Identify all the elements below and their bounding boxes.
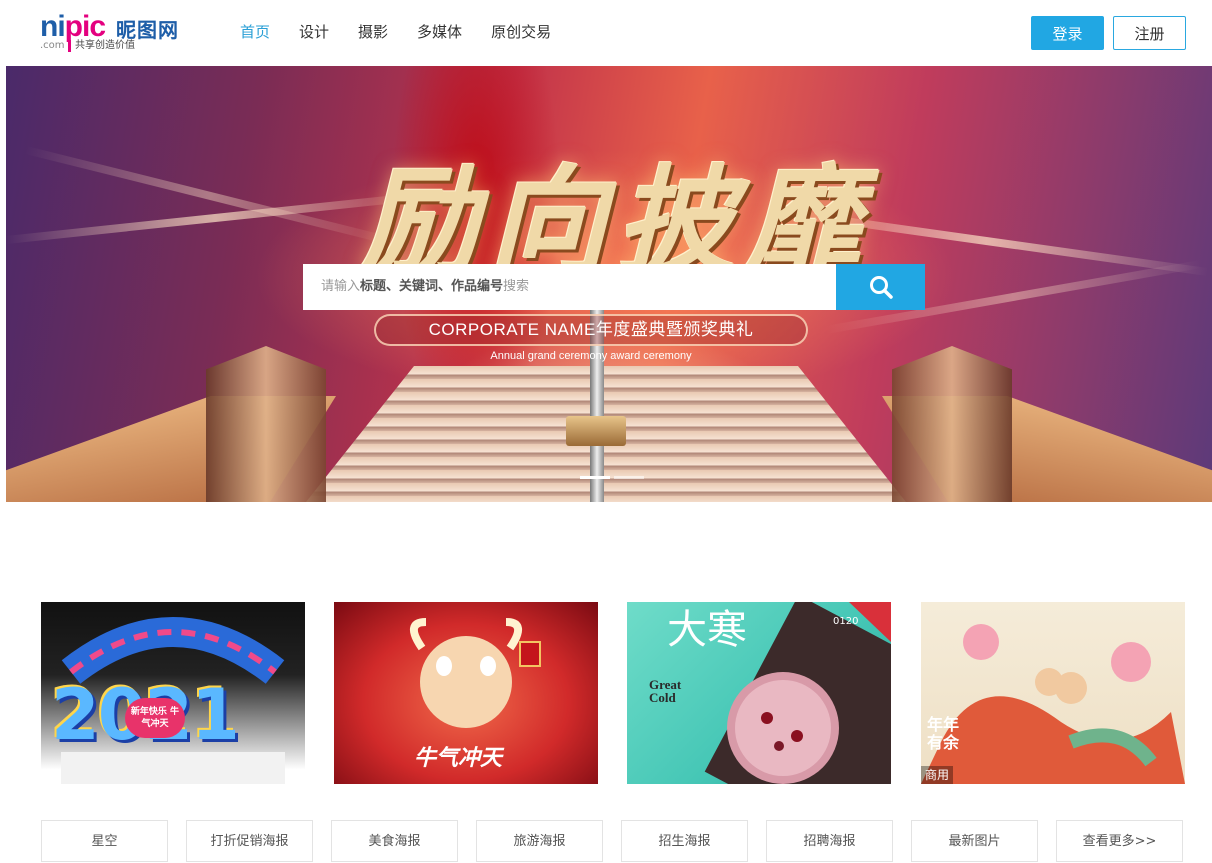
tag-travel-poster[interactable]: 旅游海报 — [476, 820, 603, 862]
tag-recruitment-poster[interactable]: 招聘海报 — [766, 820, 893, 862]
thumbnail-title: 牛气冲天 — [414, 745, 503, 771]
tag-bar: 星空 打折促销海报 美食海报 旅游海报 招生海报 招聘海报 最新图片 查看更多>… — [41, 820, 1183, 862]
hero-banner[interactable]: 励向披靡 请输入标题、关键词、作品编号搜索 CORPORATE NAME年度盛典… — [6, 66, 1212, 502]
search-button[interactable] — [836, 264, 925, 310]
thumbnail-prosperity[interactable]: 年年有余 商用 — [921, 602, 1185, 784]
thumbnail-date-tag: 0120 — [833, 616, 859, 627]
banner-pillar-right — [892, 346, 1012, 502]
carousel-indicators — [580, 476, 644, 479]
logo-slogan: 共享创造价值 — [68, 40, 135, 52]
tag-sale-poster[interactable]: 打折促销海报 — [186, 820, 313, 862]
tag-latest-images[interactable]: 最新图片 — [911, 820, 1038, 862]
banner-corporate-subtitle: Annual grand ceremony award ceremony — [490, 350, 692, 362]
carousel-dot-2[interactable] — [614, 476, 644, 479]
thumbnail-subtitle: Great Cold — [649, 677, 682, 705]
main-nav: 首页 设计 摄影 多媒体 原创交易 — [240, 20, 551, 44]
thumbnail-title: 年年有余 — [927, 715, 960, 752]
thumbnail-ox-year[interactable]: 牛气冲天 — [334, 602, 598, 784]
search-input[interactable]: 请输入标题、关键词、作品编号搜索 — [303, 264, 837, 310]
nav-item-home[interactable]: 首页 — [240, 20, 270, 44]
tag-view-more[interactable]: 查看更多>> — [1056, 820, 1183, 862]
logo-chinese-name: 昵图网 — [116, 18, 179, 42]
carousel-dot-1[interactable] — [580, 476, 610, 479]
tag-food-poster[interactable]: 美食海报 — [331, 820, 458, 862]
thumbnail-subtitle: 新年快乐 牛气冲天 — [125, 698, 185, 738]
thumbnail-great-cold[interactable]: 大寒 Great Cold 0120 — [627, 602, 891, 784]
logo-domain: .com — [40, 40, 65, 51]
banner-sword-guard — [566, 416, 626, 446]
thumbnail-2021-new-year[interactable]: 2021 新年快乐 牛气冲天 — [41, 602, 305, 784]
tag-starry-sky[interactable]: 星空 — [41, 820, 168, 862]
commercial-badge: 商用 — [921, 766, 954, 784]
nav-item-photography[interactable]: 摄影 — [358, 20, 388, 44]
tag-enrollment-poster[interactable]: 招生海报 — [621, 820, 748, 862]
nav-item-original-trade[interactable]: 原创交易 — [491, 20, 551, 44]
nav-item-design[interactable]: 设计 — [299, 20, 329, 44]
thumbnail-art — [921, 624, 1185, 784]
banner-corporate-name: CORPORATE NAME年度盛典暨颁奖典礼 — [374, 314, 808, 346]
thumbnail-title: 大寒 — [667, 607, 747, 653]
login-button[interactable]: 登录 — [1031, 16, 1104, 50]
nav-item-multimedia[interactable]: 多媒体 — [417, 20, 462, 44]
search-icon — [869, 276, 893, 299]
site-logo[interactable]: nipic 昵图网 .com 共享创造价值 — [40, 10, 180, 56]
logo-wordmark: nipic — [40, 10, 106, 43]
banner-pillar-left — [206, 346, 326, 502]
header: nipic 昵图网 .com 共享创造价值 首页 设计 摄影 多媒体 原创交易 … — [0, 0, 1212, 66]
register-button[interactable]: 注册 — [1113, 16, 1186, 50]
